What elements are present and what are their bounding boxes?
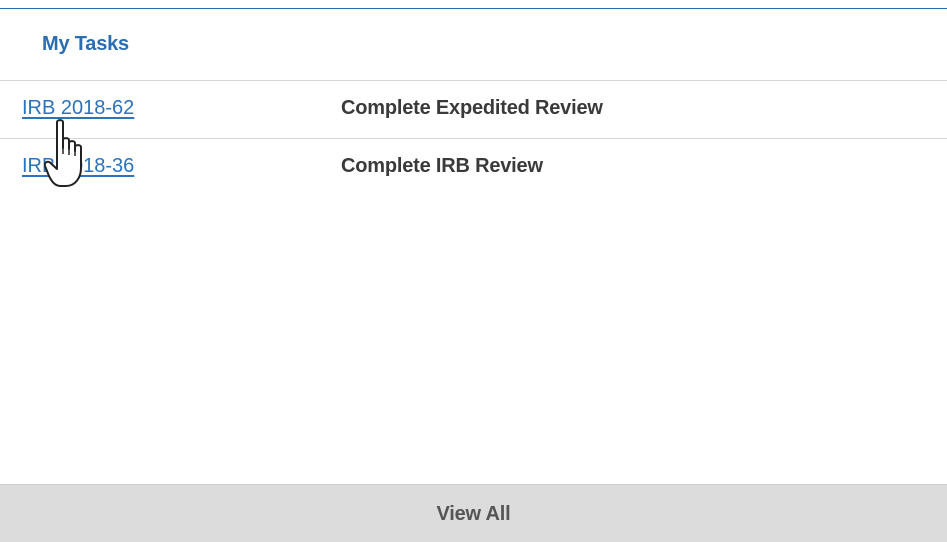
task-description: Complete Expedited Review xyxy=(341,97,603,119)
task-row: IRB 2018-36 Complete IRB Review xyxy=(0,138,947,196)
panel-title: My Tasks xyxy=(42,33,129,55)
view-all-label: View All xyxy=(436,502,511,525)
task-description: Complete IRB Review xyxy=(341,155,543,177)
task-link-irb-2018-62[interactable]: IRB 2018-62 xyxy=(22,97,134,120)
task-link-irb-2018-36[interactable]: IRB 2018-36 xyxy=(22,155,134,178)
view-all-button[interactable]: View All xyxy=(0,484,947,542)
my-tasks-panel: My Tasks IRB 2018-62 Complete Expedited … xyxy=(0,0,947,542)
panel-header: My Tasks xyxy=(0,9,947,80)
task-row: IRB 2018-62 Complete Expedited Review xyxy=(0,80,947,138)
task-list: IRB 2018-62 Complete Expedited Review IR… xyxy=(0,80,947,196)
